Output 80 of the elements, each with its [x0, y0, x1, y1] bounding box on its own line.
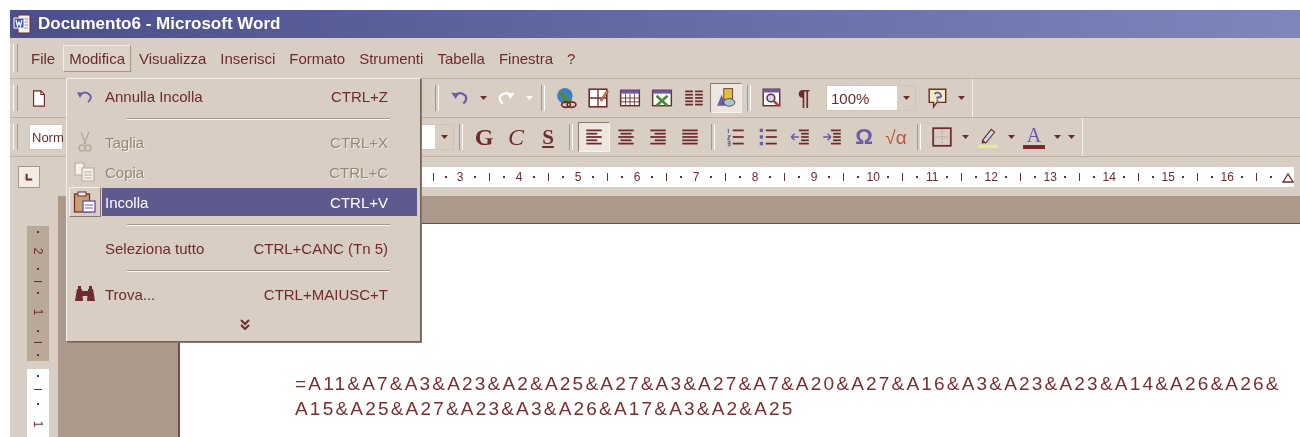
menu-bar-item[interactable]: Inserisci: [214, 44, 282, 72]
ruler-number: 8: [750, 169, 760, 184]
table-icon: [619, 87, 641, 109]
shortcut-text: CTRL+V: [330, 193, 388, 211]
menu-bar-grip[interactable]: [13, 44, 18, 72]
formula-text: A15&A25&A27&A23&A3&A26&A17&A3&A2&A25: [295, 397, 796, 421]
menu-bar-item[interactable]: Formato: [283, 44, 352, 72]
app-icon: [13, 14, 33, 34]
magnifier-window-icon: [761, 87, 783, 109]
menu-bar-item[interactable]: Visualizza: [133, 44, 213, 72]
caret-icon: [961, 135, 969, 139]
scissors-icon: [77, 131, 93, 153]
table-pencil-icon: [587, 87, 609, 109]
menu-bar-item[interactable]: ?: [561, 44, 582, 72]
underline-button[interactable]: S: [532, 122, 564, 152]
toolbar-grip[interactable]: [13, 85, 18, 111]
bulleted-list-icon: [757, 126, 779, 148]
highlighter-icon: [977, 126, 999, 148]
left-tab-icon: [25, 171, 33, 182]
shortcut-text: CTRL+C: [329, 163, 388, 181]
ruler-number: 13: [1042, 169, 1058, 184]
italic-button[interactable]: C: [500, 122, 532, 152]
ruler-number: 12: [983, 169, 999, 184]
tab-stop-button[interactable]: [18, 165, 40, 188]
window-title: Documento6 - Microsoft Word: [38, 14, 281, 34]
clipboard-icon: [73, 190, 97, 214]
shortcut-text: CTRL+X: [330, 133, 388, 151]
ruler-number: 9: [809, 169, 819, 184]
ruler-number: 6: [632, 169, 642, 184]
toolbar-grip[interactable]: [13, 124, 18, 150]
ruler-number: 4: [514, 169, 524, 184]
menu-item[interactable]: Incolla CTRL+V: [102, 188, 417, 216]
globe-link-icon: [555, 87, 577, 109]
copy-icon: [74, 162, 96, 182]
help-icon: [927, 87, 949, 109]
menu-bar-item[interactable]: Modifica: [63, 44, 132, 72]
ruler-number: 10: [865, 169, 881, 184]
style-field[interactable]: Norm: [29, 124, 63, 150]
drawing-button[interactable]: [710, 83, 742, 113]
font-color-button[interactable]: A: [1018, 122, 1050, 152]
menu-item[interactable]: Annulla Incolla CTRL+Z: [102, 82, 417, 110]
shapes-icon: [715, 87, 737, 109]
binoculars-icon: [73, 284, 97, 304]
double-chevron-icon: [239, 318, 250, 330]
formula-text: =A11&A7&A3&A23&A2&A25&A27&A3&A27&A7&A20&A27&A16&A3&A23&A23&A14&A26&A26&: [295, 372, 1282, 396]
menu-item[interactable]: Seleziona tutto CTRL+CANC (Tn 5): [102, 234, 417, 262]
caret-icon: [479, 96, 487, 100]
ruler-number: 5: [573, 169, 583, 184]
shortcut-text: CTRL+Z: [330, 87, 388, 105]
ruler-number: 16: [1219, 169, 1235, 184]
menu-bar-item[interactable]: Tabella: [431, 44, 491, 72]
border-icon: [931, 126, 953, 148]
ruler-number: 7: [691, 169, 701, 184]
caret-icon: [1007, 135, 1015, 139]
ruler-number: 1: [31, 420, 45, 428]
ruler-number: 1: [31, 308, 45, 316]
shortcut-text: CTRL+MAIUSC+T: [263, 285, 388, 303]
font-size-field[interactable]: [420, 124, 454, 150]
page-icon: [30, 87, 48, 109]
shortcut-text: CTRL+CANC (Tn 5): [253, 239, 388, 257]
ruler-number: 15: [1160, 169, 1176, 184]
menu-bar-item[interactable]: Strumenti: [353, 44, 430, 72]
caret-icon: [902, 96, 910, 100]
align-left-button[interactable]: [578, 122, 610, 152]
ruler-number: 14: [1101, 169, 1117, 184]
caret-icon: [525, 96, 533, 100]
menu-bar-item[interactable]: File: [25, 44, 62, 72]
numbered-list-icon: [725, 126, 747, 148]
caret-icon: [440, 135, 448, 139]
ruler-number: 11: [924, 169, 940, 184]
menu-bar-item[interactable]: Finestra: [492, 44, 560, 72]
symbol-button[interactable]: Ω: [848, 122, 880, 152]
pilcrow-button[interactable]: ¶: [788, 83, 820, 113]
zoom-field[interactable]: 100%: [826, 85, 916, 111]
ruler-number: 3: [455, 169, 465, 184]
spreadsheet-icon: [651, 87, 673, 109]
caret-icon: [957, 96, 965, 100]
bold-button[interactable]: G: [468, 122, 500, 152]
ruler-number: 2: [31, 247, 45, 255]
menu-item[interactable]: Trova... CTRL+MAIUSC+T: [102, 280, 417, 308]
